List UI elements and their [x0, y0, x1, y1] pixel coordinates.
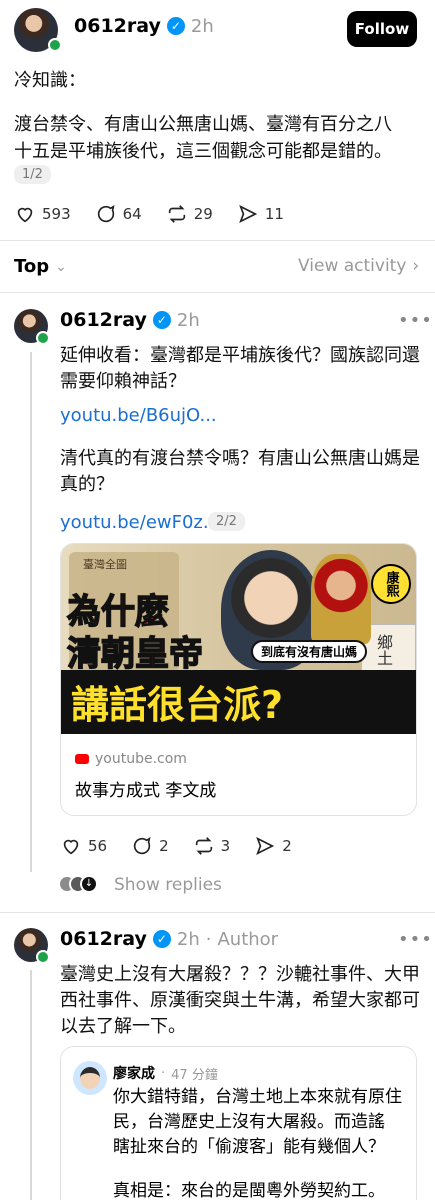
online-indicator	[36, 950, 50, 964]
thumb-title-line3: 講話很台派?	[71, 683, 284, 727]
avatar	[73, 1061, 107, 1095]
username[interactable]: 0612ray	[60, 928, 147, 950]
divider	[0, 292, 435, 293]
like-button[interactable]: 593	[14, 203, 71, 225]
quoted-post[interactable]: 廖家成 · 47 分鐘 你大錯特錯，台灣土地上本來就有原住 民，台灣歷史上沒有大…	[60, 1046, 417, 1200]
comment-button[interactable]: 2	[131, 835, 169, 857]
author-tag: Author	[217, 928, 279, 950]
youtube-link[interactable]: youtu.be/B6ujO...	[60, 405, 217, 426]
view-activity-label: View activity	[298, 256, 407, 276]
quoted-text-line: 瞎扯來台的「偷渡客」能有幾個人？	[113, 1137, 385, 1157]
like-count: 593	[42, 205, 71, 223]
page-indicator: 1/2	[14, 165, 51, 184]
newspaper-text: 鄉土	[374, 634, 393, 666]
reply-text-line: 以去了解一下。	[60, 1016, 186, 1037]
thread-line	[30, 970, 32, 1200]
quoted-text-line: 你大錯特錯，台灣土地上本來就有原住	[113, 1087, 402, 1107]
chevron-right-icon: ›	[412, 256, 420, 276]
follow-button[interactable]: Follow	[347, 11, 417, 47]
reply2-avatar-wrap[interactable]	[14, 928, 50, 964]
emperor-portrait	[311, 554, 371, 644]
comment-button[interactable]: 64	[95, 203, 142, 225]
post-time: 2h	[176, 928, 200, 950]
verified-icon: ✓	[166, 17, 185, 35]
send-icon	[238, 204, 258, 224]
share-count: 11	[264, 205, 284, 223]
username[interactable]: 0612ray	[74, 15, 161, 37]
main-post-actions: 593 64 29 11	[14, 203, 284, 225]
quoted-text-line: 民，台灣歷史上沒有大屠殺。而造謠	[113, 1112, 385, 1132]
reply-text-line: 清代真的有渡台禁令嗎？有唐山公無唐山媽是	[60, 448, 420, 469]
comment-icon	[97, 204, 115, 223]
reply-text-line: 需要仰賴神話？	[60, 371, 186, 392]
youtube-link[interactable]: youtu.be/ewF0z...	[60, 512, 220, 533]
share-button[interactable]: 2	[254, 835, 292, 857]
kangxi-badge: 康熙	[371, 564, 411, 604]
reply1-avatar-wrap[interactable]	[14, 309, 50, 345]
link-domain: youtube.com	[95, 751, 187, 767]
reply1-actions: 56 2 3 2	[60, 835, 292, 857]
quoted-text-line: 真相是：來台的是閩粵外勞契約工。	[113, 1181, 385, 1200]
sort-label: Top	[14, 256, 50, 277]
map-label: 臺灣全圖	[83, 558, 127, 571]
like-count: 56	[88, 837, 108, 855]
separator: ·	[205, 928, 212, 950]
thumb-banner: 到底有沒有唐山媽	[251, 640, 368, 663]
main-post-header: 0612ray ✓ 2h	[74, 15, 214, 37]
show-replies-row[interactable]: ↓ Show replies	[58, 875, 222, 895]
reply1-header: 0612ray ✓ 2h	[60, 309, 200, 331]
comment-count: 64	[122, 205, 142, 223]
sort-dropdown[interactable]: Top ⌄	[14, 256, 67, 277]
reply2-header: 0612ray ✓ 2h · Author	[60, 928, 278, 950]
repost-count: 3	[220, 837, 231, 855]
post-text-line: 十五是平埔族後代，這三個觀念可能都是錯的。	[14, 141, 392, 162]
quoted-time: 47 分鐘	[171, 1067, 218, 1083]
post-text-line: 渡台禁令、有唐山公無唐山媽、臺灣有百分之八	[14, 114, 392, 135]
comment-icon	[134, 836, 151, 855]
chevron-down-icon: ↓	[80, 875, 98, 893]
verified-icon: ✓	[152, 311, 171, 329]
post-time: 2h	[190, 15, 214, 37]
post-time: 2h	[176, 309, 200, 331]
online-indicator	[48, 38, 62, 52]
view-activity-link[interactable]: View activity ›	[298, 256, 419, 276]
divider	[0, 912, 435, 913]
share-button[interactable]: 11	[237, 203, 284, 225]
more-options-icon[interactable]: •••	[398, 929, 433, 950]
page-indicator: 2/2	[208, 512, 245, 531]
show-replies-label: Show replies	[114, 875, 222, 895]
divider	[0, 240, 435, 241]
username[interactable]: 0612ray	[60, 309, 147, 331]
verified-icon: ✓	[152, 930, 171, 948]
send-icon	[256, 836, 275, 856]
repost-button[interactable]: 29	[166, 203, 213, 225]
quoted-header: 廖家成 · 47 分鐘	[113, 1063, 218, 1083]
repost-count: 29	[193, 205, 213, 223]
link-source: youtube.com	[75, 751, 187, 767]
post-text-line: 冷知識：	[14, 70, 86, 91]
chevron-down-icon: ⌄	[55, 258, 67, 275]
repost-button[interactable]: 3	[193, 835, 231, 857]
repost-icon	[195, 837, 212, 855]
youtube-icon	[75, 754, 89, 764]
main-post-avatar-wrap[interactable]	[14, 8, 62, 52]
share-count: 2	[282, 837, 292, 855]
link-preview-card[interactable]: 臺灣全圖 鄉土 康熙 為什麼 清朝皇帝 到底有沒有唐山媽 講話很台派? yout…	[60, 543, 417, 816]
reply-avatars: ↓	[58, 875, 100, 895]
like-button[interactable]: 56	[60, 835, 107, 857]
more-options-icon[interactable]: •••	[398, 310, 433, 331]
repost-icon	[168, 205, 185, 223]
heart-icon	[63, 839, 79, 855]
video-thumbnail[interactable]: 臺灣全圖 鄉土 康熙 為什麼 清朝皇帝 到底有沒有唐山媽 講話很台派?	[61, 544, 416, 734]
comment-count: 2	[159, 837, 169, 855]
online-indicator	[36, 331, 50, 345]
heart-icon	[17, 207, 33, 223]
quoted-username[interactable]: 廖家成	[113, 1063, 155, 1083]
thread-line	[30, 352, 32, 872]
reply-text-line: 真的？	[60, 474, 114, 495]
link-title: 故事方成式 李文成	[75, 781, 217, 801]
thumb-title-line2: 清朝皇帝	[66, 633, 204, 675]
